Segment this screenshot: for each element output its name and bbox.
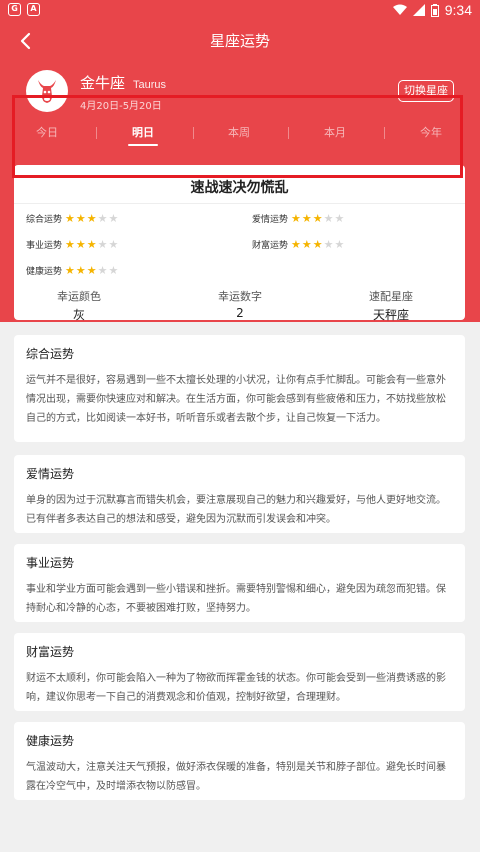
- switch-sign-button[interactable]: 切换星座: [398, 80, 454, 102]
- star-filled-icon: ★: [86, 238, 97, 251]
- section-text: 气温波动大，注意关注天气预报，做好添衣保暖的准备，特别是关节和脖子部位。避免长时…: [26, 762, 446, 792]
- rating-label: 综合运势: [26, 215, 63, 225]
- lucky-value: 灰: [72, 308, 85, 322]
- star-rating: ★ ★ ★ ★ ★: [65, 213, 118, 224]
- section-career: 事业运势 事业和学业方面可能会遇到一些小错误和挫折。需要特别警惕和细心，避免因为…: [14, 544, 465, 622]
- star-filled-icon: ★: [301, 238, 312, 251]
- wifi-icon: [392, 4, 407, 15]
- a-notification-icon: A: [27, 3, 40, 16]
- tab-divider: [384, 127, 385, 139]
- lucky-number: 幸运数字 2: [175, 288, 305, 320]
- section-title: 财富运势: [26, 645, 75, 659]
- star-filled-icon: ★: [291, 238, 301, 251]
- star-rating: ★ ★ ★ ★ ★: [65, 239, 118, 250]
- section-text: 单身的因为过于沉默寡言而错失机会，要注意展现自己的魅力和兴趣爱好，与他人更好地交…: [26, 495, 446, 525]
- star-empty-icon: ★: [97, 238, 108, 251]
- star-empty-icon: ★: [323, 238, 334, 251]
- star-filled-icon: ★: [65, 212, 75, 225]
- star-rating: ★ ★ ★ ★ ★: [291, 213, 344, 224]
- star-empty-icon: ★: [323, 212, 334, 225]
- period-tabs: 今日 明日 本周 本月 今年: [0, 124, 480, 148]
- section-title: 爱情运势: [26, 467, 75, 481]
- section-wealth: 财富运势 财运不太顺利，你可能会陷入一种为了物欲而挥霍金钱的状态。你可能会受到一…: [14, 633, 465, 711]
- section-title: 综合运势: [26, 347, 75, 361]
- section-text: 事业和学业方面可能会遇到一些小错误和挫折。需要特别警惕和细心，避免因为疏忽而犯错…: [26, 584, 446, 614]
- star-filled-icon: ★: [75, 212, 86, 225]
- lucky-label: 幸运数字: [218, 290, 262, 303]
- section-overall: 综合运势 运气并不是很好，容易遇到一些不太擅长处理的小状况，让你有点手忙脚乱。可…: [14, 335, 465, 442]
- tab-divider: [193, 127, 194, 139]
- star-rating: ★ ★ ★ ★ ★: [291, 239, 344, 250]
- star-rating: ★ ★ ★ ★ ★: [65, 265, 118, 276]
- section-title: 事业运势: [26, 556, 75, 570]
- page-title: 星座运势: [209, 32, 270, 50]
- rating-wealth: 财富运势 ★ ★ ★ ★ ★: [252, 238, 344, 251]
- section-title: 健康运势: [26, 734, 75, 748]
- zodiac-avatar: [26, 70, 68, 112]
- status-bar: G A 9:34: [0, 0, 480, 22]
- sign-name-row: 金牛座 Taurus: [80, 72, 166, 93]
- rating-label: 事业运势: [26, 241, 63, 251]
- section-text: 财运不太顺利，你可能会陷入一种为了物欲而挥霍金钱的状态。你可能会受到一些消费诱惑…: [26, 673, 446, 703]
- tab-today[interactable]: 今日: [36, 124, 58, 140]
- lucky-match-sign: 速配星座 天秤座: [326, 288, 456, 323]
- rating-health: 健康运势 ★ ★ ★ ★ ★: [26, 264, 118, 277]
- star-empty-icon: ★: [108, 212, 119, 225]
- lucky-color: 幸运颜色 灰: [14, 288, 144, 323]
- nav-bar: 星座运势: [0, 22, 480, 60]
- rating-overall: 综合运势 ★ ★ ★ ★ ★: [26, 212, 118, 225]
- section-text: 运气并不是很好，容易遇到一些不太擅长处理的小状况，让你有点手忙脚乱。可能会有一些…: [26, 375, 446, 424]
- lucky-label: 幸运颜色: [57, 290, 101, 303]
- status-time: 9:34: [444, 2, 472, 18]
- star-empty-icon: ★: [97, 212, 108, 225]
- rating-label: 财富运势: [252, 241, 289, 251]
- lucky-value: 2: [236, 306, 244, 320]
- star-filled-icon: ★: [86, 264, 97, 277]
- signal-icon: [412, 4, 425, 16]
- star-empty-icon: ★: [334, 238, 345, 251]
- tab-year[interactable]: 今年: [420, 124, 442, 140]
- rating-label: 爱情运势: [252, 215, 289, 225]
- fortune-headline: 速战速决勿慌乱: [190, 180, 289, 196]
- status-right: 9:34: [392, 2, 472, 18]
- star-empty-icon: ★: [334, 212, 345, 225]
- app-notification-icon: G: [8, 3, 21, 16]
- taurus-icon: [38, 80, 56, 103]
- star-filled-icon: ★: [312, 238, 323, 251]
- battery-icon: [430, 3, 439, 17]
- star-filled-icon: ★: [65, 264, 75, 277]
- rating-love: 爱情运势 ★ ★ ★ ★ ★: [252, 212, 344, 225]
- rating-career: 事业运势 ★ ★ ★ ★ ★: [26, 238, 118, 251]
- sign-name: 金牛座: [80, 74, 126, 92]
- fortune-summary-card: 速战速决勿慌乱 综合运势 ★ ★ ★ ★ ★ 爱情运势 ★ ★ ★ ★ ★ 事业运势 ★ ★ ★ ★ ★…: [14, 165, 465, 323]
- sign-name-en: Taurus: [133, 79, 167, 91]
- star-empty-icon: ★: [97, 264, 108, 277]
- star-empty-icon: ★: [108, 238, 119, 251]
- section-health: 健康运势 气温波动大，注意关注天气预报，做好添衣保暖的准备，特别是关节和脖子部位…: [14, 722, 465, 800]
- status-notification-icons: G A: [8, 3, 40, 16]
- star-filled-icon: ★: [65, 238, 75, 251]
- lucky-value: 天秤座: [372, 308, 409, 322]
- star-empty-icon: ★: [108, 264, 119, 277]
- star-filled-icon: ★: [86, 212, 97, 225]
- section-love: 爱情运势 单身的因为过于沉默寡言而错失机会，要注意展现自己的魅力和兴趣爱好，与他…: [14, 455, 465, 533]
- star-filled-icon: ★: [75, 238, 86, 251]
- tab-tomorrow[interactable]: 明日: [128, 124, 158, 146]
- star-filled-icon: ★: [291, 212, 301, 225]
- sign-dates: 4月20日-5月20日: [80, 101, 162, 112]
- tab-week[interactable]: 本周: [228, 124, 250, 140]
- tab-month[interactable]: 本月: [324, 124, 346, 140]
- rating-label: 健康运势: [26, 267, 63, 277]
- lucky-label: 速配星座: [369, 290, 413, 303]
- star-filled-icon: ★: [301, 212, 312, 225]
- star-filled-icon: ★: [75, 264, 86, 277]
- tab-divider: [96, 127, 97, 139]
- star-filled-icon: ★: [312, 212, 323, 225]
- tab-divider: [288, 127, 289, 139]
- divider: [14, 203, 465, 204]
